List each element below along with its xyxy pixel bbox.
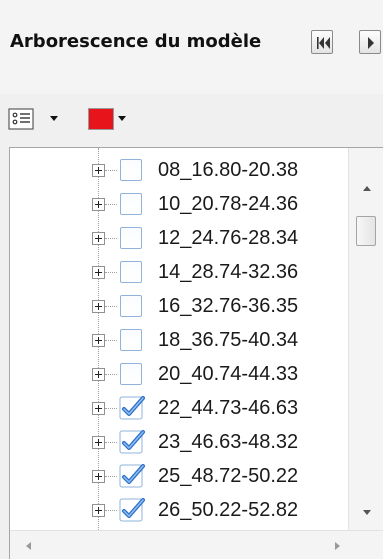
scroll-left-icon[interactable]: [26, 542, 31, 550]
scroll-up-icon[interactable]: [363, 186, 371, 191]
tree-toolbar: [0, 94, 383, 140]
tree-item[interactable]: 18_36.75-40.34: [10, 323, 348, 357]
tree-branch-line: [105, 238, 117, 239]
tree-item[interactable]: 12_24.76-28.34: [10, 221, 348, 255]
next-button[interactable]: [359, 30, 381, 54]
tree-item-label: 26_50.22-52.82: [158, 499, 299, 521]
first-icon: [317, 37, 330, 49]
tree-branch-line: [105, 374, 117, 375]
list-options-icon: [8, 108, 34, 130]
expand-plus-icon[interactable]: [92, 402, 105, 415]
tree-item-label: 18_36.75-40.34: [158, 329, 299, 351]
model-tree-panel: Arborescence du modèle 08_16.80-20.38 10…: [0, 0, 383, 559]
tree-branch-line: [105, 204, 117, 205]
expand-plus-icon[interactable]: [92, 470, 105, 483]
color-swatch: [88, 108, 114, 130]
expand-plus-icon[interactable]: [92, 232, 105, 245]
tree-branch-line: [105, 442, 117, 443]
expand-plus-icon[interactable]: [92, 198, 105, 211]
tree-item-label: 08_16.80-20.38: [158, 159, 299, 181]
checkmark-icon: [118, 463, 146, 489]
checkmark-icon: [118, 395, 146, 421]
tree-item[interactable]: 10_20.78-24.36: [10, 187, 348, 221]
tree-branch-line: [105, 340, 117, 341]
first-button[interactable]: [311, 30, 333, 54]
tree-item-checkbox[interactable]: [120, 261, 142, 283]
panel-title: Arborescence du modèle: [10, 31, 262, 52]
tree-item-checkbox[interactable]: [120, 159, 142, 181]
expand-plus-icon[interactable]: [92, 266, 105, 279]
scroll-down-icon[interactable]: [363, 510, 371, 515]
tree-item-label: 12_24.76-28.34: [158, 227, 299, 249]
tree-item[interactable]: 14_28.74-32.36: [10, 255, 348, 289]
expand-plus-icon[interactable]: [92, 164, 105, 177]
tree-item[interactable]: 20_40.74-44.33: [10, 357, 348, 391]
expand-plus-icon[interactable]: [92, 368, 105, 381]
horizontal-scrollbar[interactable]: [10, 530, 383, 559]
vertical-scroll-thumb[interactable]: [356, 216, 376, 246]
scroll-right-icon[interactable]: [335, 542, 340, 550]
tree-item[interactable]: 16_32.76-36.35: [10, 289, 348, 323]
expand-plus-icon[interactable]: [92, 300, 105, 313]
tree-item-label: 20_40.74-44.33: [158, 363, 299, 385]
tree-item-label: 16_32.76-36.35: [158, 295, 299, 317]
expand-plus-icon[interactable]: [92, 436, 105, 449]
tree-branch-line: [105, 476, 117, 477]
tree-branch-line: [105, 306, 117, 307]
color-picker-button[interactable]: [88, 106, 136, 132]
tree-item-checkbox[interactable]: [120, 329, 142, 351]
tree-item-label: 23_46.63-48.32: [158, 431, 299, 453]
expand-plus-icon[interactable]: [92, 334, 105, 347]
tree-item-label: 14_28.74-32.36: [158, 261, 299, 283]
chevron-down-icon: [50, 116, 58, 121]
tree-view: 08_16.80-20.38 10_20.78-24.36 12_24.76-28.…: [9, 147, 383, 559]
tree-item[interactable]: 23_46.63-48.32: [10, 425, 348, 459]
checkmark-icon: [118, 497, 146, 523]
tree-item-checkbox[interactable]: [120, 193, 142, 215]
panel-header: Arborescence du modèle: [0, 0, 383, 95]
tree-item-label: 22_44.73-46.63: [158, 397, 299, 419]
checkmark-icon: [118, 429, 146, 455]
tree-rows: 08_16.80-20.38 10_20.78-24.36 12_24.76-28.…: [10, 148, 348, 530]
tree-branch-line: [105, 170, 117, 171]
next-icon: [368, 37, 374, 49]
tree-item[interactable]: 25_48.72-50.22: [10, 459, 348, 493]
tree-item[interactable]: 22_44.73-46.63: [10, 391, 348, 425]
expand-plus-icon[interactable]: [92, 504, 105, 517]
tree-item[interactable]: 26_50.22-52.82: [10, 493, 348, 527]
tree-item-checkbox[interactable]: [120, 295, 142, 317]
view-options-button[interactable]: [8, 106, 68, 132]
tree-branch-line: [105, 408, 117, 409]
tree-item-label: 25_48.72-50.22: [158, 465, 299, 487]
tree-item[interactable]: 08_16.80-20.38: [10, 153, 348, 187]
chevron-down-icon: [118, 116, 126, 121]
tree-branch-line: [105, 510, 117, 511]
tree-branch-line: [105, 272, 117, 273]
tree-item-checkbox[interactable]: [120, 227, 142, 249]
vertical-scrollbar[interactable]: [348, 148, 383, 530]
tree-item-label: 10_20.78-24.36: [158, 193, 299, 215]
tree-item-checkbox[interactable]: [120, 363, 142, 385]
